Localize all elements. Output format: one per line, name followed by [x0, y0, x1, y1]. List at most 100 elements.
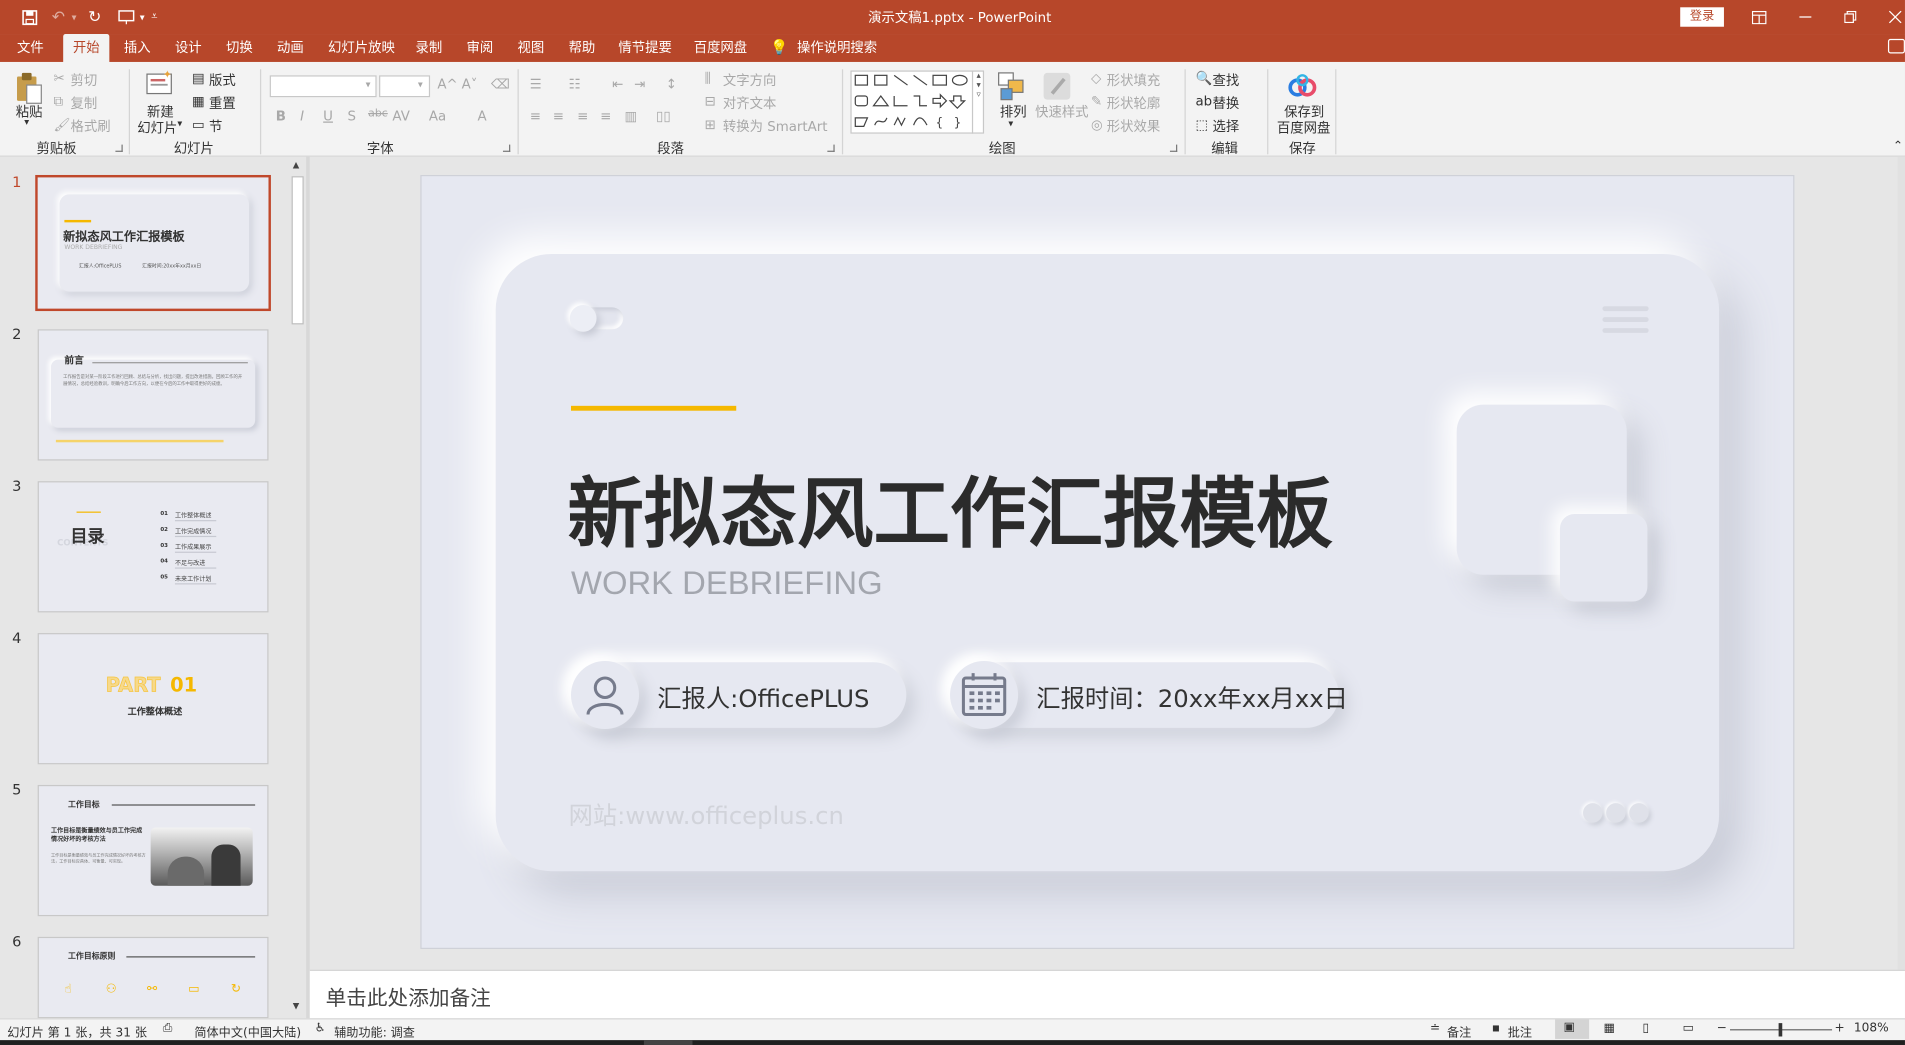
new-slide-label-2[interactable]: 幻灯片 [137, 118, 177, 137]
spelling-icon[interactable]: ⎙ [163, 1022, 173, 1035]
notes-placeholder[interactable]: 单击此处添加备注 [326, 981, 491, 1011]
tab-transitions[interactable]: 切换 [221, 34, 257, 62]
new-slide-dropdown-icon[interactable]: ▾ [177, 118, 182, 129]
customize-toolbar-icon[interactable]: ⩡ [147, 7, 162, 26]
tab-review[interactable]: 审阅 [462, 34, 498, 62]
shapes-gallery[interactable]: { } [850, 70, 985, 134]
zoom-out-icon[interactable]: − [1717, 1022, 1727, 1035]
clipboard-launcher-icon[interactable] [115, 144, 123, 152]
slide-thumbnail-1[interactable]: 新拟态风工作汇报模板 WORK DEBRIEFING 汇报人:OfficePLU… [35, 174, 271, 312]
arrange-icon[interactable] [997, 72, 1026, 101]
slide-title[interactable]: 新拟态风工作汇报模板 [567, 453, 1332, 564]
line-spacing-icon[interactable]: ↕ [666, 77, 677, 93]
tab-record[interactable]: 录制 [411, 34, 447, 62]
convert-smartart-button[interactable]: 转换为 SmartArt [723, 117, 828, 136]
save-icon[interactable] [19, 7, 38, 26]
align-center-icon[interactable]: ≡ [553, 108, 564, 124]
close-icon[interactable] [1886, 7, 1905, 26]
font-name-dropdown-icon[interactable]: ▾ [366, 79, 371, 90]
align-right-icon[interactable]: ≡ [577, 108, 588, 124]
distributed-icon[interactable]: ▥ [624, 108, 637, 124]
font-size-dropdown-icon[interactable]: ▾ [418, 79, 423, 90]
format-painter-button[interactable]: 格式刷 [70, 117, 110, 136]
notes-toggle[interactable]: 备注 [1447, 1022, 1471, 1040]
align-left-icon[interactable]: ≡ [530, 108, 541, 124]
shapes-gallery-scroll[interactable]: ▴ ▾ ▿ [971, 70, 984, 134]
cut-button[interactable]: 剪切 [70, 70, 97, 89]
shape-outline-button[interactable]: 形状轮廓 [1107, 94, 1160, 113]
language-indicator[interactable]: 简体中文(中国大陆) [194, 1022, 301, 1040]
tab-design[interactable]: 设计 [170, 34, 206, 62]
slide-subtitle[interactable]: WORK DEBRIEFING [571, 565, 883, 603]
tab-file[interactable]: 文件 [12, 34, 48, 62]
quick-styles-icon[interactable] [1042, 72, 1074, 101]
reading-view-icon[interactable]: ▯ [1643, 1022, 1650, 1035]
tab-view[interactable]: 视图 [513, 34, 549, 62]
underline-button[interactable]: U [323, 108, 333, 124]
font-launcher-icon[interactable] [502, 144, 511, 152]
slide-thumbnail-2[interactable]: 前言 工作报告是对某一阶段工作进行回顾、总结与分析，找出问题，提出改进措施。回顾… [37, 329, 269, 461]
accessibility-indicator[interactable]: 辅助功能: 调查 [334, 1022, 415, 1040]
justify-icon[interactable]: ≡ [600, 108, 611, 124]
slide-thumbnail-3[interactable]: CONTENTS 目录 01 工作整体概述 02 工作完成情况 03 工作成果展示 04 不足… [37, 481, 269, 613]
find-button[interactable]: 查找 [1212, 70, 1239, 89]
font-color-button[interactable]: A [477, 108, 486, 124]
minimize-icon[interactable] [1796, 7, 1815, 26]
restore-icon[interactable] [1841, 7, 1860, 26]
zoom-slider-thumb[interactable] [1778, 1023, 1783, 1037]
presenter-icon[interactable] [117, 7, 136, 26]
tab-home[interactable]: 开始 [63, 34, 110, 62]
stage-scrollbar[interactable] [1897, 156, 1905, 970]
tab-insert[interactable]: 插入 [119, 34, 155, 62]
website-text[interactable]: 网站:www.officeplus.cn [569, 796, 844, 831]
font-name-combo[interactable] [269, 75, 377, 98]
align-text-button[interactable]: 对齐文本 [723, 94, 776, 113]
undo-dropdown-icon[interactable]: ▾ [68, 7, 80, 26]
slide-canvas[interactable]: 新拟态风工作汇报模板 WORK DEBRIEFING 汇报人:OfficePLU… [420, 174, 1795, 949]
paragraph-launcher-icon[interactable] [827, 144, 835, 152]
slide-thumbnail-6[interactable]: 工作目标原则 ☝ ⚇ ⚯ ▭ ↻ [37, 936, 269, 1019]
baidu-netdisk-icon[interactable] [1287, 73, 1319, 100]
copy-button[interactable]: 复制 [70, 94, 97, 113]
tab-help[interactable]: 帮助 [564, 34, 600, 62]
shrink-font-button[interactable]: A˅ [462, 77, 478, 93]
reset-button[interactable]: 重置 [209, 94, 236, 113]
comments-toggle[interactable]: 批注 [1508, 1022, 1532, 1040]
arrange-dropdown-icon[interactable]: ▾ [1008, 118, 1013, 129]
undo-icon[interactable]: ↶ [49, 7, 68, 26]
time-text[interactable]: 汇报时间：20xx年xx月xx日 [1036, 679, 1348, 714]
scroll-up-icon[interactable]: ▲ [293, 160, 300, 170]
scroll-down-icon[interactable]: ▼ [293, 1001, 300, 1011]
slide-thumbnail-5[interactable]: 工作目标 工作目标是衡量绩效与员工作完成情况好坏的考核方法 工作目标是衡量绩效与… [37, 784, 269, 917]
change-case-button[interactable]: Aa [429, 108, 446, 124]
reporter-text[interactable]: 汇报人:OfficePLUS [657, 679, 869, 714]
select-button[interactable]: 选择 [1212, 117, 1239, 136]
bold-button[interactable]: B [276, 108, 286, 124]
replace-button[interactable]: 替换 [1212, 94, 1239, 113]
tab-storyboarding[interactable]: 情节提要 [614, 34, 677, 62]
login-button[interactable]: 登录 [1680, 7, 1724, 27]
comment-icon[interactable] [1887, 38, 1905, 54]
shape-fill-button[interactable]: 形状填充 [1107, 70, 1160, 89]
bullets-icon[interactable]: ☰ [530, 77, 542, 93]
new-slide-icon[interactable]: ✦ [146, 68, 175, 97]
tab-slideshow[interactable]: 幻灯片放映 [323, 34, 400, 62]
section-button[interactable]: 节 [209, 117, 222, 136]
numbering-icon[interactable]: ☷ [569, 77, 581, 93]
slide-sorter-icon[interactable]: ▦ [1604, 1022, 1615, 1035]
slide-thumbnail-4[interactable]: PART 01 工作整体概述 [37, 633, 269, 765]
drawing-launcher-icon[interactable] [1169, 144, 1178, 152]
paste-icon[interactable] [15, 72, 44, 106]
tab-baidu-netdisk[interactable]: 百度网盘 [689, 34, 752, 62]
shape-effects-button[interactable]: 形状效果 [1107, 117, 1160, 136]
redo-icon[interactable]: ↻ [85, 7, 104, 26]
save-to-netdisk-label-2[interactable]: 百度网盘 [1277, 118, 1330, 137]
clear-format-icon[interactable]: ⌫ [491, 77, 510, 93]
tab-animations[interactable]: 动画 [272, 34, 308, 62]
columns-icon[interactable]: ▯▯ [656, 108, 671, 124]
slideshow-icon[interactable]: ▭ [1683, 1022, 1694, 1035]
ribbon-display-icon[interactable] [1749, 7, 1768, 26]
scroll-thumb[interactable] [291, 176, 304, 325]
quick-styles-label[interactable]: 快速样式 [1035, 102, 1088, 121]
thumbnail-scrollbar[interactable]: ▲ ▼ [289, 160, 307, 1019]
